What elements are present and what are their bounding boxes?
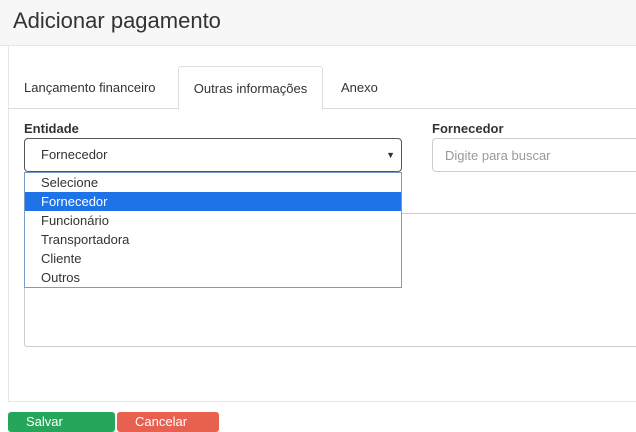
entidade-label: Entidade (24, 121, 79, 136)
tab-outras-informacoes[interactable]: Outras informações (178, 66, 323, 110)
option-outros[interactable]: Outros (25, 268, 401, 287)
option-selecione[interactable]: Selecione (25, 173, 401, 192)
fornecedor-search-input[interactable] (432, 138, 636, 172)
option-cliente[interactable]: Cliente (25, 249, 401, 268)
fornecedor-section-border (402, 172, 636, 214)
tab-anexo[interactable]: Anexo (341, 66, 378, 109)
tab-lancamento-financeiro[interactable]: Lançamento financeiro (24, 66, 156, 109)
tab-bar: Lançamento financeiro Outras informações… (8, 66, 636, 110)
option-transportadora[interactable]: Transportadora (25, 230, 401, 249)
dropdown-arrow-icon: ▼ (386, 150, 395, 160)
save-button[interactable]: Salvar (8, 412, 115, 432)
page-header: Adicionar pagamento (0, 0, 636, 46)
entidade-dropdown-list: Selecione Fornecedor Funcionário Transpo… (24, 172, 402, 288)
save-button-label: Salvar (26, 414, 63, 429)
entidade-select-value: Fornecedor (41, 147, 108, 162)
page-title: Adicionar pagamento (13, 8, 221, 33)
option-fornecedor[interactable]: Fornecedor (25, 192, 401, 211)
cancel-button-label: Cancelar (135, 414, 188, 429)
cancel-button[interactable]: Cancelar (117, 412, 219, 432)
fornecedor-label: Fornecedor (432, 121, 504, 136)
option-funcionario[interactable]: Funcionário (25, 211, 401, 230)
entidade-select[interactable]: Fornecedor ▼ (24, 138, 402, 172)
